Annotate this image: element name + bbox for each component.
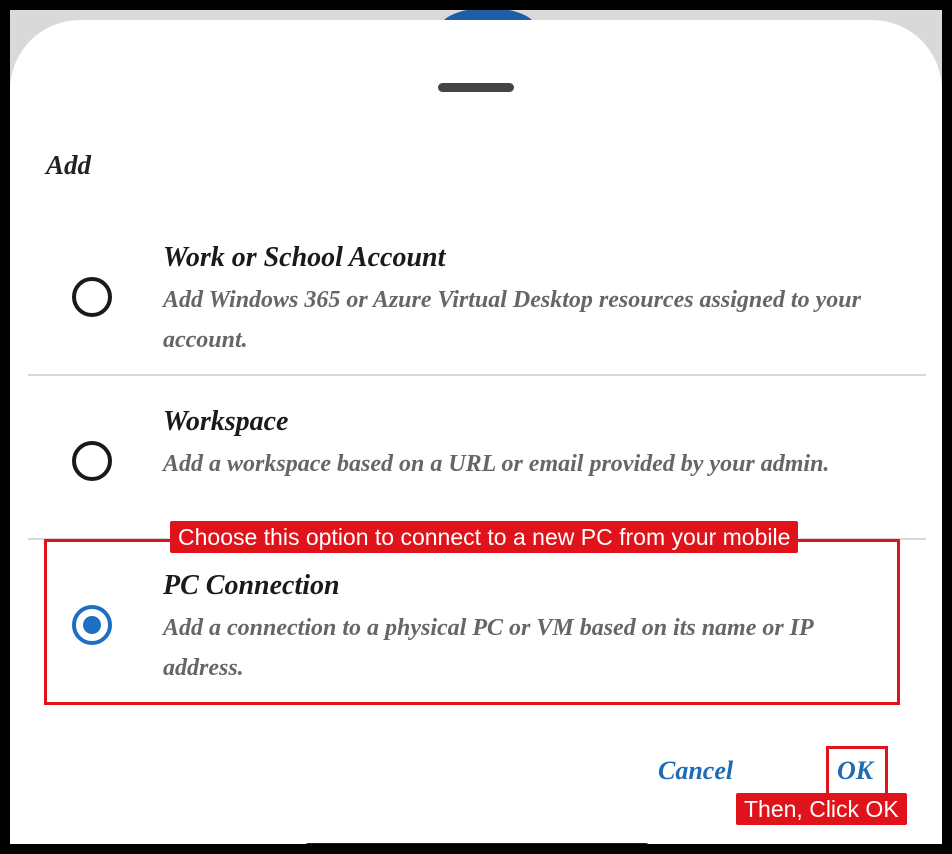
option-annotation-callout: Choose this option to connect to a new P… <box>170 521 799 553</box>
radio-button[interactable] <box>72 277 112 317</box>
ok-annotation-callout: Then, Click OK <box>736 793 907 825</box>
option-title: Work or School Account <box>163 242 446 273</box>
add-bottom-sheet: Add Work or School Account Add Windows 3… <box>10 20 942 844</box>
radio-button[interactable] <box>72 441 112 481</box>
cancel-button[interactable]: Cancel <box>658 756 733 786</box>
divider <box>28 374 926 376</box>
screenshot-frame: Add Work or School Account Add Windows 3… <box>0 0 952 854</box>
option-work-school-account[interactable]: Work or School Account Add Windows 365 o… <box>28 230 926 380</box>
option-title: Workspace <box>163 406 289 437</box>
option-description: Add a workspace based on a URL or email … <box>163 451 830 477</box>
pc-connection-highlight-box <box>44 539 900 705</box>
ok-highlight-box <box>826 746 888 798</box>
dialog-title: Add <box>46 150 92 180</box>
home-indicator <box>304 843 650 844</box>
option-description: Add Windows 365 or Azure Virtual Desktop… <box>163 287 861 353</box>
drag-handle[interactable] <box>438 83 514 92</box>
